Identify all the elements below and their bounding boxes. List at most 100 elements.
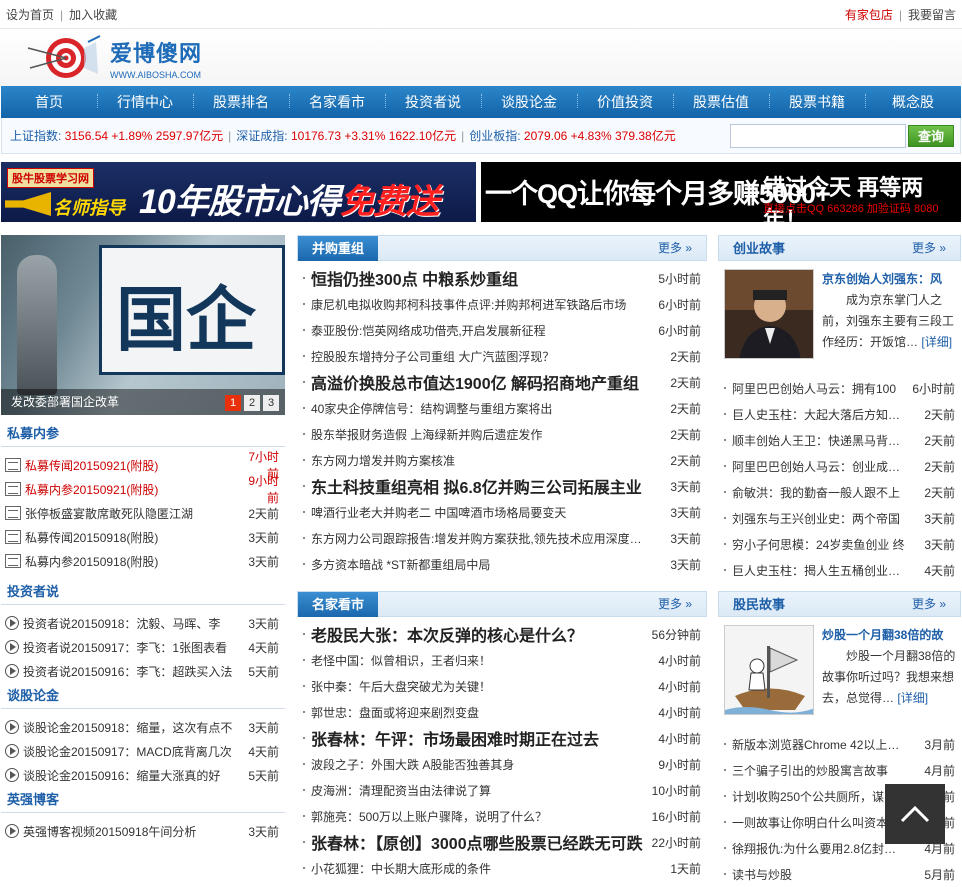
section-title[interactable]: 英强博客 xyxy=(1,787,285,813)
section-investor: 投资者说 投资者说20150918：沈毅、马晖、李 3天前 投资者说2015091… xyxy=(1,579,285,683)
news-item[interactable]: 啤酒行业老大并购老二 中国啤酒市场格局要变天 3天前 xyxy=(297,499,707,525)
list-item[interactable]: 张停板盛宴散席敢死队隐匿江湖 2天前 xyxy=(1,501,285,525)
news-item[interactable]: 股东举报财务造假 上海绿新并购后遗症发作 2天前 xyxy=(297,421,707,447)
slide-dot-2[interactable]: 2 xyxy=(244,395,260,411)
search-input[interactable] xyxy=(730,123,906,148)
list-item[interactable]: 投资者说20150917：李飞：1张图表看 4天前 xyxy=(1,635,285,659)
news-item[interactable]: 读书与炒股 5月前 xyxy=(718,861,961,887)
nav-item-ranking[interactable]: 股票排名 xyxy=(193,92,289,112)
ad-banner-course[interactable]: 股牛股票学习网 名师指导 10年股市心得免费送 xyxy=(1,162,476,222)
news-item[interactable]: 康尼机电拟收购邦柯科技事件点评:并购邦柯进军铁路后市场 6小时前 xyxy=(297,291,707,317)
feature-headline[interactable]: 炒股一个月翻38倍的故 xyxy=(822,625,961,646)
news-item[interactable]: 郭施亮：500万以上账户骤降，说明了什么？ 16小时前 xyxy=(297,803,707,829)
list-item[interactable]: 投资者说20150918：沈毅、马晖、李 3天前 xyxy=(1,611,285,635)
news-item[interactable]: 控股股东增持分子公司重组 大广汽蓝图浮现？ 2天前 xyxy=(297,343,707,369)
play-icon xyxy=(5,616,19,630)
target-logo-icon[interactable] xyxy=(24,34,102,82)
news-item[interactable]: 新版本浏览器Chrome 42以上无法 3月前 xyxy=(718,731,961,757)
more-link[interactable]: 更多 » xyxy=(912,236,946,261)
nav-item-valuation[interactable]: 股票估值 xyxy=(673,92,769,112)
set-home-link[interactable]: 设为首页 xyxy=(6,8,54,22)
nav-item-home[interactable]: 首页 xyxy=(1,92,97,112)
play-icon xyxy=(5,720,19,734)
news-item[interactable]: 波段之子：外围大跌 A股能否独善其身 9小时前 xyxy=(297,751,707,777)
news-item[interactable]: 东土科技重组亮相 拟6.8亿并购三公司拓展主业 3天前 xyxy=(297,473,707,499)
news-item[interactable]: 巨人史玉柱：大起大落后方知如何 2天前 xyxy=(718,401,961,427)
feature-headline[interactable]: 京东创始人刘强东：风 xyxy=(822,269,961,290)
section-title[interactable]: 谈股论金 xyxy=(1,683,285,709)
cartoon-image[interactable] xyxy=(724,625,814,715)
nav-item-talk[interactable]: 谈股论金 xyxy=(481,92,577,112)
news-item[interactable]: 40家央企停牌信号：结构调整与重组方案将出 2天前 xyxy=(297,395,707,421)
news-item[interactable]: 穷小子何思模：24岁卖鱼创业 终 3天前 xyxy=(718,531,961,557)
news-item[interactable]: 恒指仍挫300点 中粮系炒重组 5小时前 xyxy=(297,265,707,291)
news-item[interactable]: 俞敏洪：我的勤奋一般人跟不上 2天前 xyxy=(718,479,961,505)
play-icon xyxy=(5,744,19,758)
more-link[interactable]: 更多 » xyxy=(658,236,692,261)
panel-title[interactable]: 创业故事 xyxy=(719,236,799,261)
nav-item-experts[interactable]: 名家看市 xyxy=(289,92,385,112)
banner-headline: 10年股市心得 xyxy=(139,183,341,221)
list-item[interactable]: 投资者说20150916：李飞：超跌买入法 5天前 xyxy=(1,659,285,683)
document-icon xyxy=(5,458,21,472)
news-item[interactable]: 小花狐狸：中长期大底形成的条件 1天前 xyxy=(297,855,707,881)
headline-slideshow[interactable]: 国企 发改委部署国企改革 1 2 3 xyxy=(1,235,285,415)
list-item[interactable]: 英强博客视频20150918午间分析 3天前 xyxy=(1,819,285,843)
ad-banner-qq[interactable]: 一个QQ让你每个月多赚5000+ 错过今天 再等两年！ 直接点击QQ 66328… xyxy=(481,162,961,222)
site-url: WWW.AIBOSHA.COM xyxy=(110,69,201,80)
news-item[interactable]: 泰亚股份:恺英网络成功借壳,开启发展新征程 6小时前 xyxy=(297,317,707,343)
nav-item-investor[interactable]: 投资者说 xyxy=(385,92,481,112)
cy-index-label: 创业板指: xyxy=(469,129,521,143)
news-item[interactable]: 顺丰创始人王卫：快递黑马背后的 2天前 xyxy=(718,427,961,453)
news-item[interactable]: 阿里巴巴创始人马云：拥有100 6小时前 xyxy=(718,375,961,401)
back-to-top-button[interactable] xyxy=(885,784,945,844)
news-item[interactable]: 张春林：【原创】3000点哪些股票已经跌无可跌 22小时前 xyxy=(297,829,707,855)
news-item[interactable]: 三个骗子引出的炒股寓言故事 4月前 xyxy=(718,757,961,783)
list-item[interactable]: 私募内参20150918(附股) 3天前 xyxy=(1,549,285,573)
slide-dot-3[interactable]: 3 xyxy=(263,395,279,411)
list-item[interactable]: 私募内参20150921(附股) 9小时前 xyxy=(1,474,285,505)
news-item[interactable]: 老股民大张：本次反弹的核心是什么？ 56分钟前 xyxy=(297,621,707,647)
more-link[interactable]: 更多 » xyxy=(658,592,692,617)
search-button[interactable]: 查询 xyxy=(908,124,954,147)
list-item[interactable]: 谈股论金20150918：缩量，这次有点不 3天前 xyxy=(1,715,285,739)
feature-story[interactable]: 京东创始人刘强东：风 成为京东掌门人之前，刘强东主要有三段工作经历：开饭馆… [… xyxy=(718,261,961,361)
news-item[interactable]: 东方网力增发并购方案核准 2天前 xyxy=(297,447,707,473)
list-item[interactable]: 谈股论金20150916：缩量大涨真的好 5天前 xyxy=(1,763,285,787)
section-title[interactable]: 私募内参 xyxy=(1,421,285,447)
panel-title[interactable]: 并购重组 xyxy=(298,236,379,261)
nav-item-concept[interactable]: 概念股 xyxy=(865,92,961,112)
nav-item-value[interactable]: 价值投资 xyxy=(577,92,673,112)
add-favorite-link[interactable]: 加入收藏 xyxy=(69,8,117,22)
detail-link[interactable]: [详细] xyxy=(921,335,952,349)
news-item[interactable]: 阿里巴巴创始人马云：创业成功背 2天前 xyxy=(718,453,961,479)
news-item[interactable]: 巨人史玉柱：揭人生五桶创业金经 4天前 xyxy=(718,557,961,583)
list-item[interactable]: 私募传闻20150918(附股) 3天前 xyxy=(1,525,285,549)
panel-title[interactable]: 股民故事 xyxy=(719,592,799,617)
news-item[interactable]: 皮海洲：清理配资当由法律说了算 10小时前 xyxy=(297,777,707,803)
news-item[interactable]: 老怪中国：似曾相识，王者归来！ 4小时前 xyxy=(297,647,707,673)
section-title[interactable]: 投资者说 xyxy=(1,579,285,605)
panel-title[interactable]: 名家看市 xyxy=(298,592,379,617)
slide-sign: 国企 xyxy=(99,245,285,375)
list-item[interactable]: 谈股论金20150917：MACD底背离几次 4天前 xyxy=(1,739,285,763)
slide-dot-1[interactable]: 1 xyxy=(225,395,241,411)
feature-story[interactable]: 炒股一个月翻38倍的故 炒股一个月翻38倍的故事你听过吗？我想来想去，总觉得… … xyxy=(718,617,961,717)
detail-link[interactable]: [详细] xyxy=(897,691,928,705)
more-link[interactable]: 更多 » xyxy=(912,592,946,617)
search-box: 查询 xyxy=(730,123,954,148)
banner-highlight: 免费送 xyxy=(339,183,440,221)
news-item[interactable]: 郭世忠：盘面或将迎来剧烈变盘 4小时前 xyxy=(297,699,707,725)
nav-item-books[interactable]: 股票书籍 xyxy=(769,92,865,112)
news-item[interactable]: 张中秦：午后大盘突破尤为关键！ 4小时前 xyxy=(297,673,707,699)
news-item[interactable]: 刘强东与王兴创业史：两个帝国 3天前 xyxy=(718,505,961,531)
news-item[interactable]: 高溢价换股总市值达1900亿 解码招商地产重组 2天前 xyxy=(297,369,707,395)
megaphone-icon xyxy=(5,192,51,216)
news-item[interactable]: 东方网力公司跟踪报告:增发并购方案获批,领先技术应用深度整合 3天前 xyxy=(297,525,707,551)
news-item[interactable]: 多方资本暗战 *ST新都重组局中局 3天前 xyxy=(297,551,707,577)
feedback-link[interactable]: 我要留言 xyxy=(908,8,956,22)
news-item[interactable]: 张春林：午评：市场最困难时期正在过去 4小时前 xyxy=(297,725,707,751)
portrait-image[interactable] xyxy=(724,269,814,359)
package-link[interactable]: 有家包店 xyxy=(845,8,893,22)
nav-item-market[interactable]: 行情中心 xyxy=(97,92,193,112)
